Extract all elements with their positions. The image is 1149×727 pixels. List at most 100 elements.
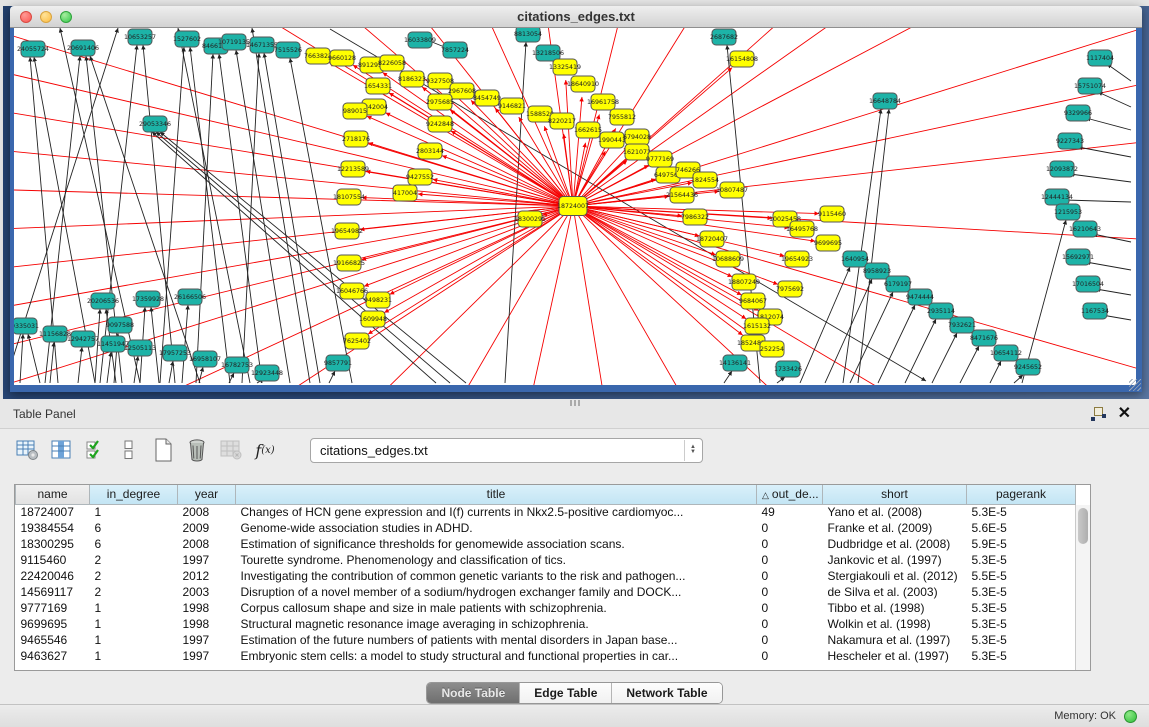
network-node[interactable]: 10653257 bbox=[124, 29, 156, 45]
network-node[interactable]: 1824554 bbox=[691, 172, 719, 188]
network-node[interactable]: 7975692 bbox=[776, 281, 804, 297]
table-cell[interactable]: Tourette syndrome. Phenomenology and cla… bbox=[236, 552, 757, 568]
scrollbar-thumb[interactable] bbox=[1078, 508, 1088, 544]
network-node[interactable]: 16958107 bbox=[189, 351, 221, 367]
table-cell[interactable]: 0 bbox=[757, 600, 823, 616]
table-cell[interactable]: 9115460 bbox=[16, 552, 90, 568]
network-node[interactable]: 1990443 bbox=[598, 132, 626, 148]
network-window-titlebar[interactable]: citations_edges.txt bbox=[10, 6, 1142, 28]
column-header-in_degree[interactable]: in_degree bbox=[90, 485, 178, 504]
table-cell[interactable]: 2 bbox=[90, 552, 178, 568]
close-panel-icon[interactable]: ✕ bbox=[1118, 407, 1131, 421]
table-cell[interactable]: 1 bbox=[90, 648, 178, 664]
table-cell[interactable]: 0 bbox=[757, 648, 823, 664]
table-cell[interactable]: Jankovic et al. (1997) bbox=[823, 552, 967, 568]
network-node[interactable]: 16033809 bbox=[404, 32, 436, 48]
column-header-name[interactable]: name bbox=[16, 485, 90, 504]
table-cell[interactable]: 1997 bbox=[178, 632, 236, 648]
table-row[interactable]: 1456911722003Disruption of a novel membe… bbox=[16, 584, 1076, 600]
table-cell[interactable]: de Silva et al. (2003) bbox=[823, 584, 967, 600]
network-node[interactable]: 417004 bbox=[393, 185, 417, 201]
network-node[interactable]: 7955812 bbox=[608, 109, 636, 125]
table-selector-dropdown[interactable]: citations_edges.txt ▲▼ bbox=[310, 438, 703, 463]
network-node[interactable]: 12093872 bbox=[1046, 161, 1078, 177]
network-node[interactable]: 8454749 bbox=[473, 90, 501, 106]
table-cell[interactable]: Genome-wide association studies in ADHD. bbox=[236, 520, 757, 536]
network-node[interactable]: 12444134 bbox=[1041, 189, 1073, 205]
table-cell[interactable]: Franke et al. (2009) bbox=[823, 520, 967, 536]
network-node[interactable]: 10688609 bbox=[712, 251, 744, 267]
network-node[interactable]: 9146821 bbox=[498, 98, 526, 114]
tab-node-table[interactable]: Node Table bbox=[427, 683, 519, 703]
network-node[interactable]: 7515526 bbox=[274, 42, 302, 58]
table-row[interactable]: 2242004622012Investigating the contribut… bbox=[16, 568, 1076, 584]
table-cell[interactable]: 2009 bbox=[178, 520, 236, 536]
network-node[interactable]: 989015 bbox=[343, 103, 367, 119]
network-node[interactable]: 15751074 bbox=[1074, 78, 1106, 94]
table-cell[interactable]: 1998 bbox=[178, 600, 236, 616]
memory-ok-icon[interactable] bbox=[1124, 710, 1137, 723]
function-builder-icon[interactable]: f(x) bbox=[252, 437, 278, 463]
table-cell[interactable]: 5.6E-5 bbox=[967, 520, 1076, 536]
network-node[interactable]: 7932621 bbox=[948, 317, 976, 333]
network-node[interactable]: 26166506 bbox=[174, 289, 206, 305]
table-cell[interactable]: 9777169 bbox=[16, 600, 90, 616]
network-node[interactable]: 8958923 bbox=[863, 263, 891, 279]
table-cell[interactable]: 5.3E-5 bbox=[967, 648, 1076, 664]
column-header-title[interactable]: title bbox=[236, 485, 757, 504]
network-node[interactable]: 13325419 bbox=[549, 59, 581, 75]
table-cell[interactable]: 18300295 bbox=[16, 536, 90, 552]
network-node[interactable]: 7986322 bbox=[681, 209, 709, 225]
table-row[interactable]: 1830029562008Estimation of significance … bbox=[16, 536, 1076, 552]
network-node[interactable]: 17359928 bbox=[132, 291, 164, 307]
table-cell[interactable]: 5.3E-5 bbox=[967, 552, 1076, 568]
table-cell[interactable]: 14569117 bbox=[16, 584, 90, 600]
table-cell[interactable]: 5.3E-5 bbox=[967, 632, 1076, 648]
table-cell[interactable]: 5.5E-5 bbox=[967, 568, 1076, 584]
table-cell[interactable]: Estimation of significance thresholds fo… bbox=[236, 536, 757, 552]
network-node[interactable]: 18807249 bbox=[728, 274, 760, 290]
table-cell[interactable]: Tibbo et al. (1998) bbox=[823, 600, 967, 616]
network-node[interactable]: 18720407 bbox=[696, 231, 728, 247]
delete-column-icon[interactable] bbox=[184, 437, 210, 463]
network-node[interactable]: 20691406 bbox=[67, 40, 99, 56]
table-cell[interactable]: 0 bbox=[757, 568, 823, 584]
network-node[interactable]: 7625402 bbox=[343, 333, 371, 349]
network-node[interactable]: 21564436 bbox=[666, 187, 698, 203]
table-cell[interactable]: Dudbridge et al. (2008) bbox=[823, 536, 967, 552]
unselect-columns-icon[interactable] bbox=[116, 437, 142, 463]
network-node[interactable]: 15692971 bbox=[1062, 249, 1094, 265]
table-cell[interactable]: 5.3E-5 bbox=[967, 600, 1076, 616]
network-node[interactable]: 1733426 bbox=[774, 361, 802, 377]
table-cell[interactable]: 1998 bbox=[178, 616, 236, 632]
network-node[interactable]: 8186323 bbox=[398, 71, 426, 87]
network-node[interactable]: 19654982 bbox=[331, 223, 363, 239]
network-node[interactable]: 1662615 bbox=[574, 122, 602, 138]
network-node[interactable]: 1609948 bbox=[359, 311, 387, 327]
network-node[interactable]: 6179197 bbox=[884, 276, 912, 292]
network-node[interactable]: 1640954 bbox=[841, 251, 869, 267]
table-cell[interactable]: Investigating the contribution of common… bbox=[236, 568, 757, 584]
table-cell[interactable]: 1997 bbox=[178, 552, 236, 568]
table-cell[interactable]: 9465546 bbox=[16, 632, 90, 648]
network-node[interactable]: 19166825 bbox=[333, 255, 365, 271]
table-cell[interactable]: 5.9E-5 bbox=[967, 536, 1076, 552]
table-cell[interactable]: 2 bbox=[90, 584, 178, 600]
network-node[interactable]: 9660128 bbox=[328, 50, 356, 66]
network-node[interactable]: 12942757 bbox=[67, 331, 99, 347]
table-cell[interactable]: 0 bbox=[757, 616, 823, 632]
table-cell[interactable]: Disruption of a novel member of a sodium… bbox=[236, 584, 757, 600]
table-cell[interactable]: 1 bbox=[90, 600, 178, 616]
table-cell[interactable]: Embryonic stem cells: a model to study s… bbox=[236, 648, 757, 664]
table-cell[interactable]: Corpus callosum shape and size in male p… bbox=[236, 600, 757, 616]
network-node[interactable]: 16782753 bbox=[221, 357, 253, 373]
network-node[interactable]: 16961758 bbox=[587, 94, 619, 110]
network-node[interactable]: 20206536 bbox=[87, 293, 119, 309]
column-header-out_de[interactable]: △out_de... bbox=[757, 485, 823, 504]
tab-network-table[interactable]: Network Table bbox=[611, 683, 721, 703]
network-node[interactable]: 8226058 bbox=[378, 55, 406, 71]
table-cell[interactable]: 0 bbox=[757, 584, 823, 600]
table-cell[interactable]: 2012 bbox=[178, 568, 236, 584]
table-cell[interactable]: 2008 bbox=[178, 536, 236, 552]
table-cell[interactable]: 5.3E-5 bbox=[967, 616, 1076, 632]
